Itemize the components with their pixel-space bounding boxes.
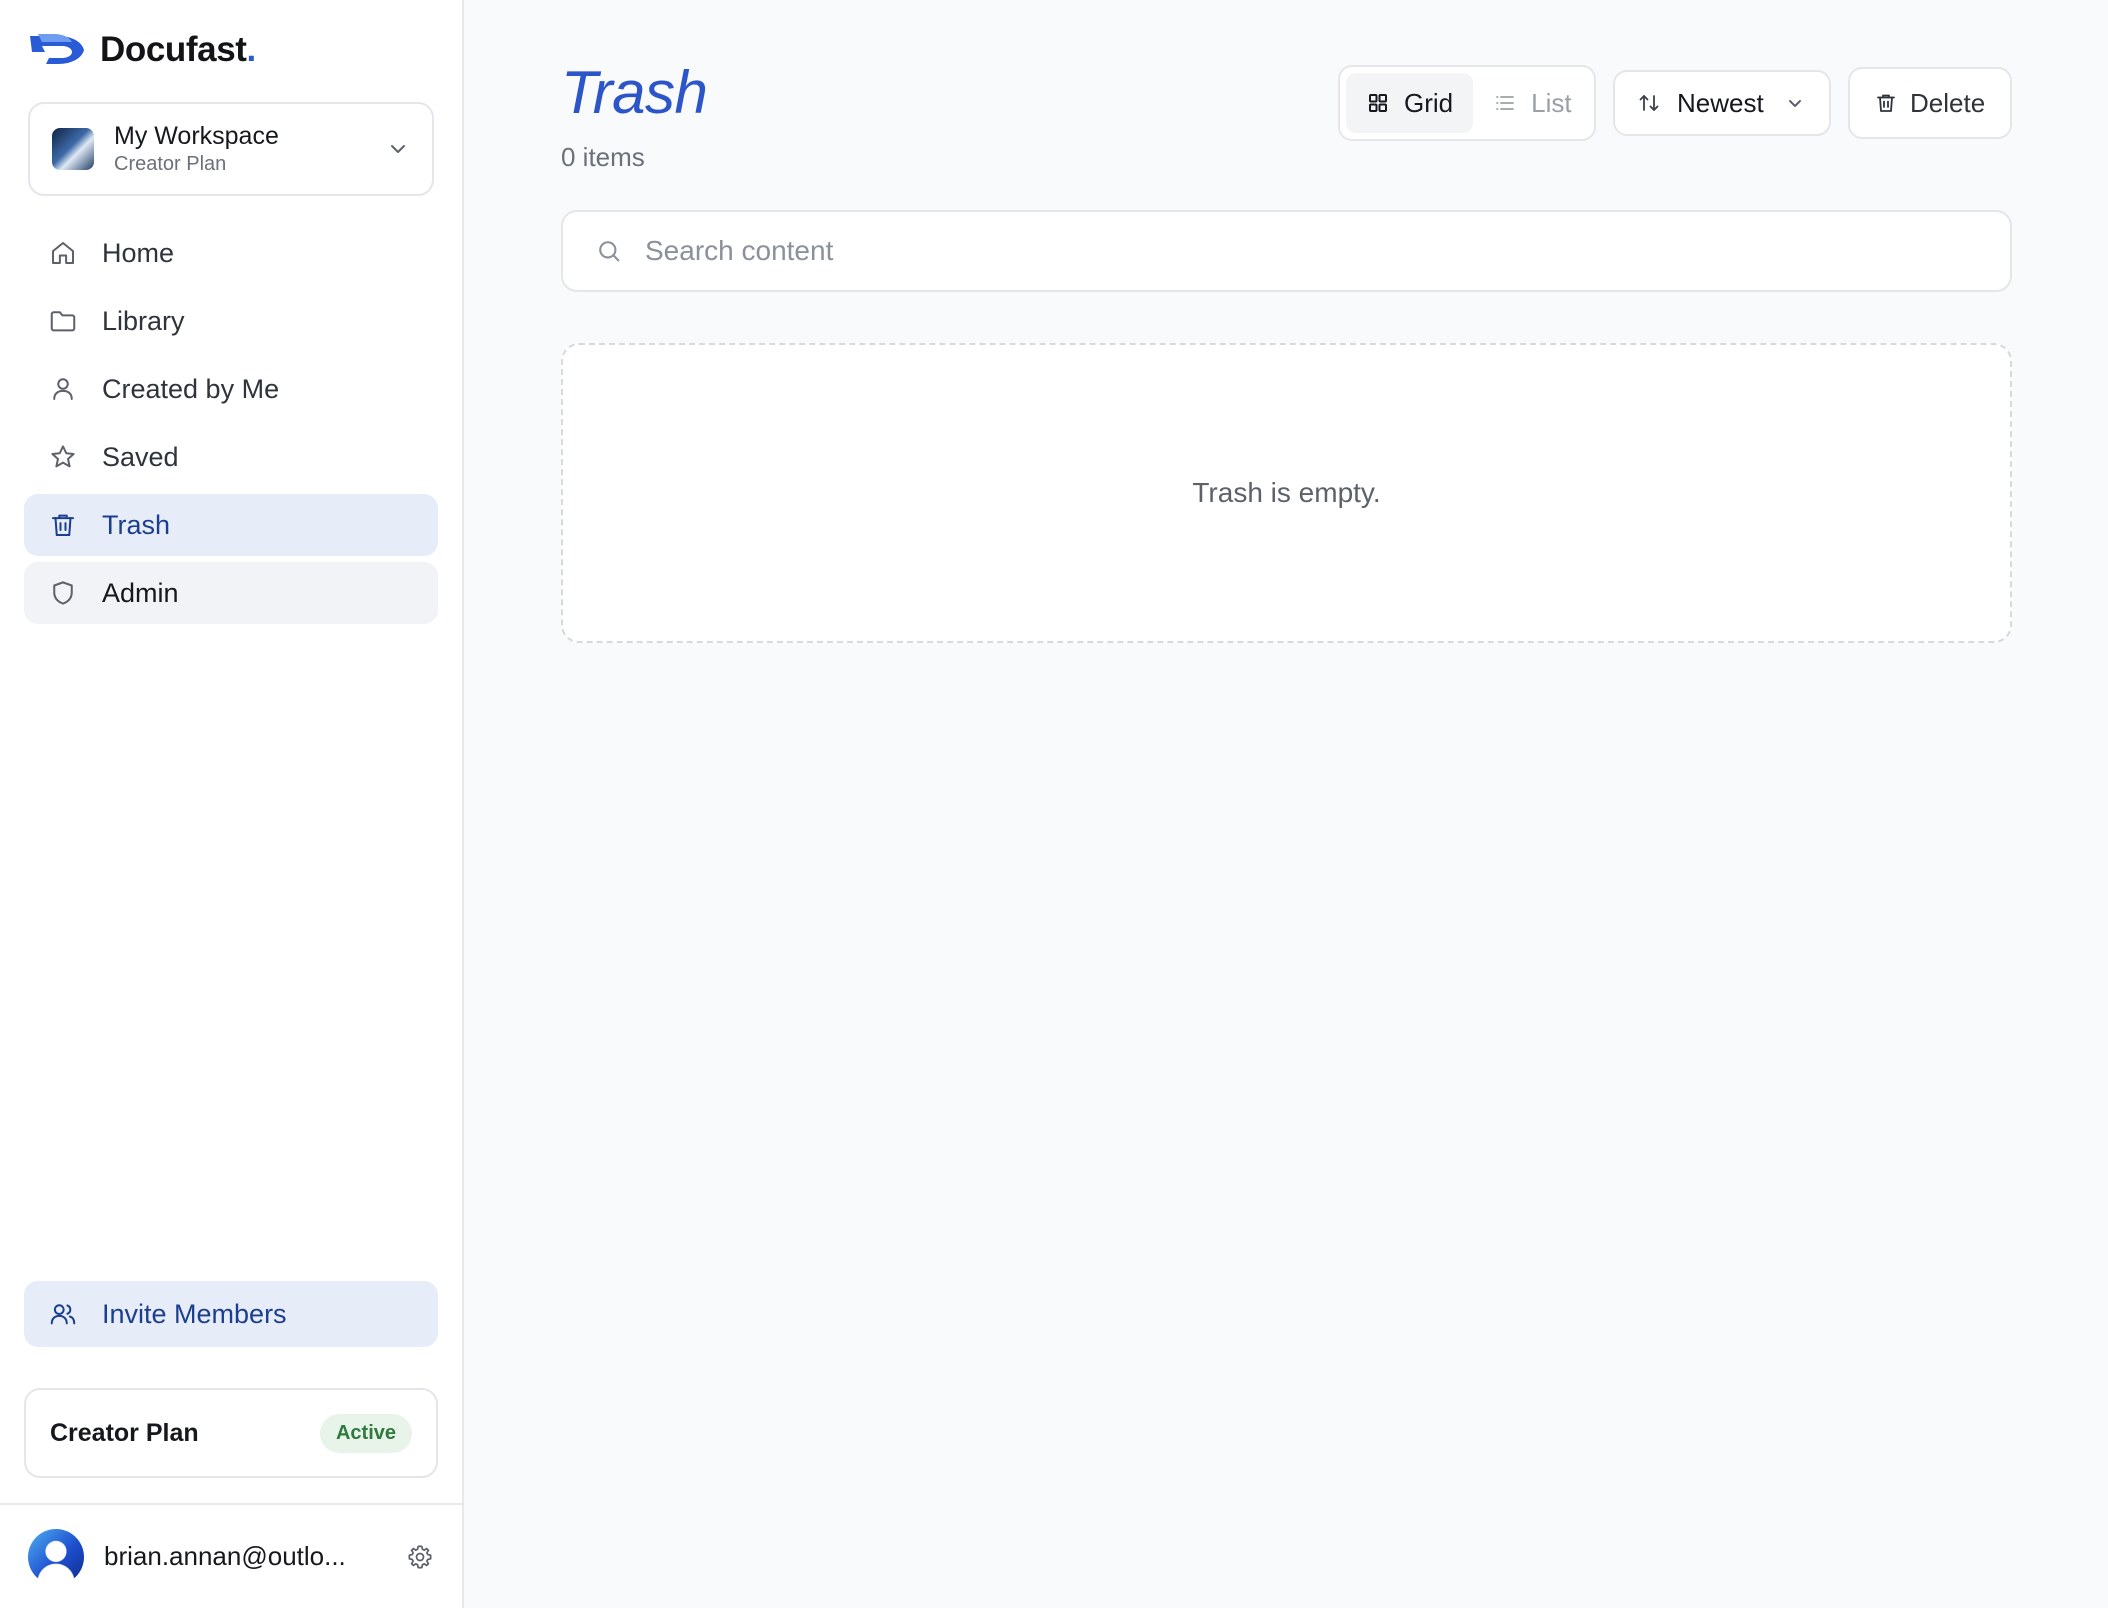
invite-members-button[interactable]: Invite Members xyxy=(24,1281,438,1347)
sidebar-item-trash[interactable]: Trash xyxy=(24,494,438,556)
empty-state: Trash is empty. xyxy=(561,343,2012,643)
shield-icon xyxy=(53,581,73,605)
plan-card: Creator Plan Active xyxy=(24,1388,438,1478)
sort-dropdown[interactable]: Newest xyxy=(1613,70,1831,136)
workspace-switcher[interactable]: My Workspace Creator Plan xyxy=(28,102,434,196)
sidebar-item-label: Home xyxy=(102,237,175,268)
star-icon xyxy=(51,445,75,468)
brand-name: Docufast. xyxy=(100,30,256,69)
delete-button[interactable]: Delete xyxy=(1848,67,2012,139)
brand[interactable]: Docufast. xyxy=(28,26,256,74)
sidebar-item-label: Trash xyxy=(102,509,171,540)
view-toggle: Grid List xyxy=(1338,65,1596,141)
status-badge: Active xyxy=(319,1413,412,1453)
user-profile: brian.annan@outlo... xyxy=(0,1503,462,1608)
grid-view-label: Grid xyxy=(1404,87,1454,118)
delete-label: Delete xyxy=(1910,87,1986,118)
user-icon xyxy=(53,378,73,400)
grid-icon xyxy=(1369,94,1387,112)
docufast-logo-icon xyxy=(30,34,84,64)
grid-view-button[interactable]: Grid xyxy=(1346,73,1474,133)
sort-label: Newest xyxy=(1677,87,1764,118)
chevron-down-icon xyxy=(1789,100,1801,107)
sidebar-item-library[interactable]: Library xyxy=(24,290,438,352)
sidebar-item-created-by-me[interactable]: Created by Me xyxy=(24,358,438,420)
search-input[interactable] xyxy=(645,235,1978,267)
home-icon xyxy=(52,242,74,264)
sort-arrows-icon xyxy=(1639,95,1659,111)
user-email[interactable]: brian.annan@outlo... xyxy=(104,1541,406,1572)
sidebar-item-saved[interactable]: Saved xyxy=(24,426,438,488)
sidebar-item-home[interactable]: Home xyxy=(24,222,438,284)
empty-state-message: Trash is empty. xyxy=(1192,477,1381,508)
sidebar-item-admin[interactable]: Admin xyxy=(24,562,438,624)
list-view-button[interactable]: List xyxy=(1473,73,1591,133)
gear-icon[interactable] xyxy=(406,1543,434,1571)
sidebar-item-label: Library xyxy=(102,305,185,336)
sidebar-item-label: Created by Me xyxy=(102,373,280,404)
avatar[interactable] xyxy=(28,1528,84,1585)
search-bar xyxy=(561,210,2012,292)
search-icon xyxy=(599,241,620,262)
page-title: Trash xyxy=(561,59,708,126)
workspace-avatar xyxy=(52,128,94,170)
sidebar-item-label: Saved xyxy=(102,441,179,472)
trash-icon xyxy=(1877,94,1895,112)
invite-members-label: Invite Members xyxy=(102,1298,287,1329)
sidebar-item-label: Admin xyxy=(102,577,179,608)
list-icon xyxy=(1496,96,1515,110)
list-view-label: List xyxy=(1531,87,1572,118)
workspace-plan: Creator Plan xyxy=(114,153,227,175)
users-icon xyxy=(50,1304,76,1325)
workspace-name: My Workspace xyxy=(114,122,279,150)
item-count: 0 items xyxy=(561,142,645,172)
sidebar-nav: Home Library Created by Me Saved Trash A… xyxy=(24,222,438,624)
trash-icon xyxy=(52,514,74,536)
sidebar: Docufast. My Workspace Creator Plan Home… xyxy=(0,0,464,1608)
folder-icon xyxy=(50,311,76,332)
chevron-down-icon xyxy=(391,145,405,153)
plan-name: Creator Plan xyxy=(50,1418,199,1447)
